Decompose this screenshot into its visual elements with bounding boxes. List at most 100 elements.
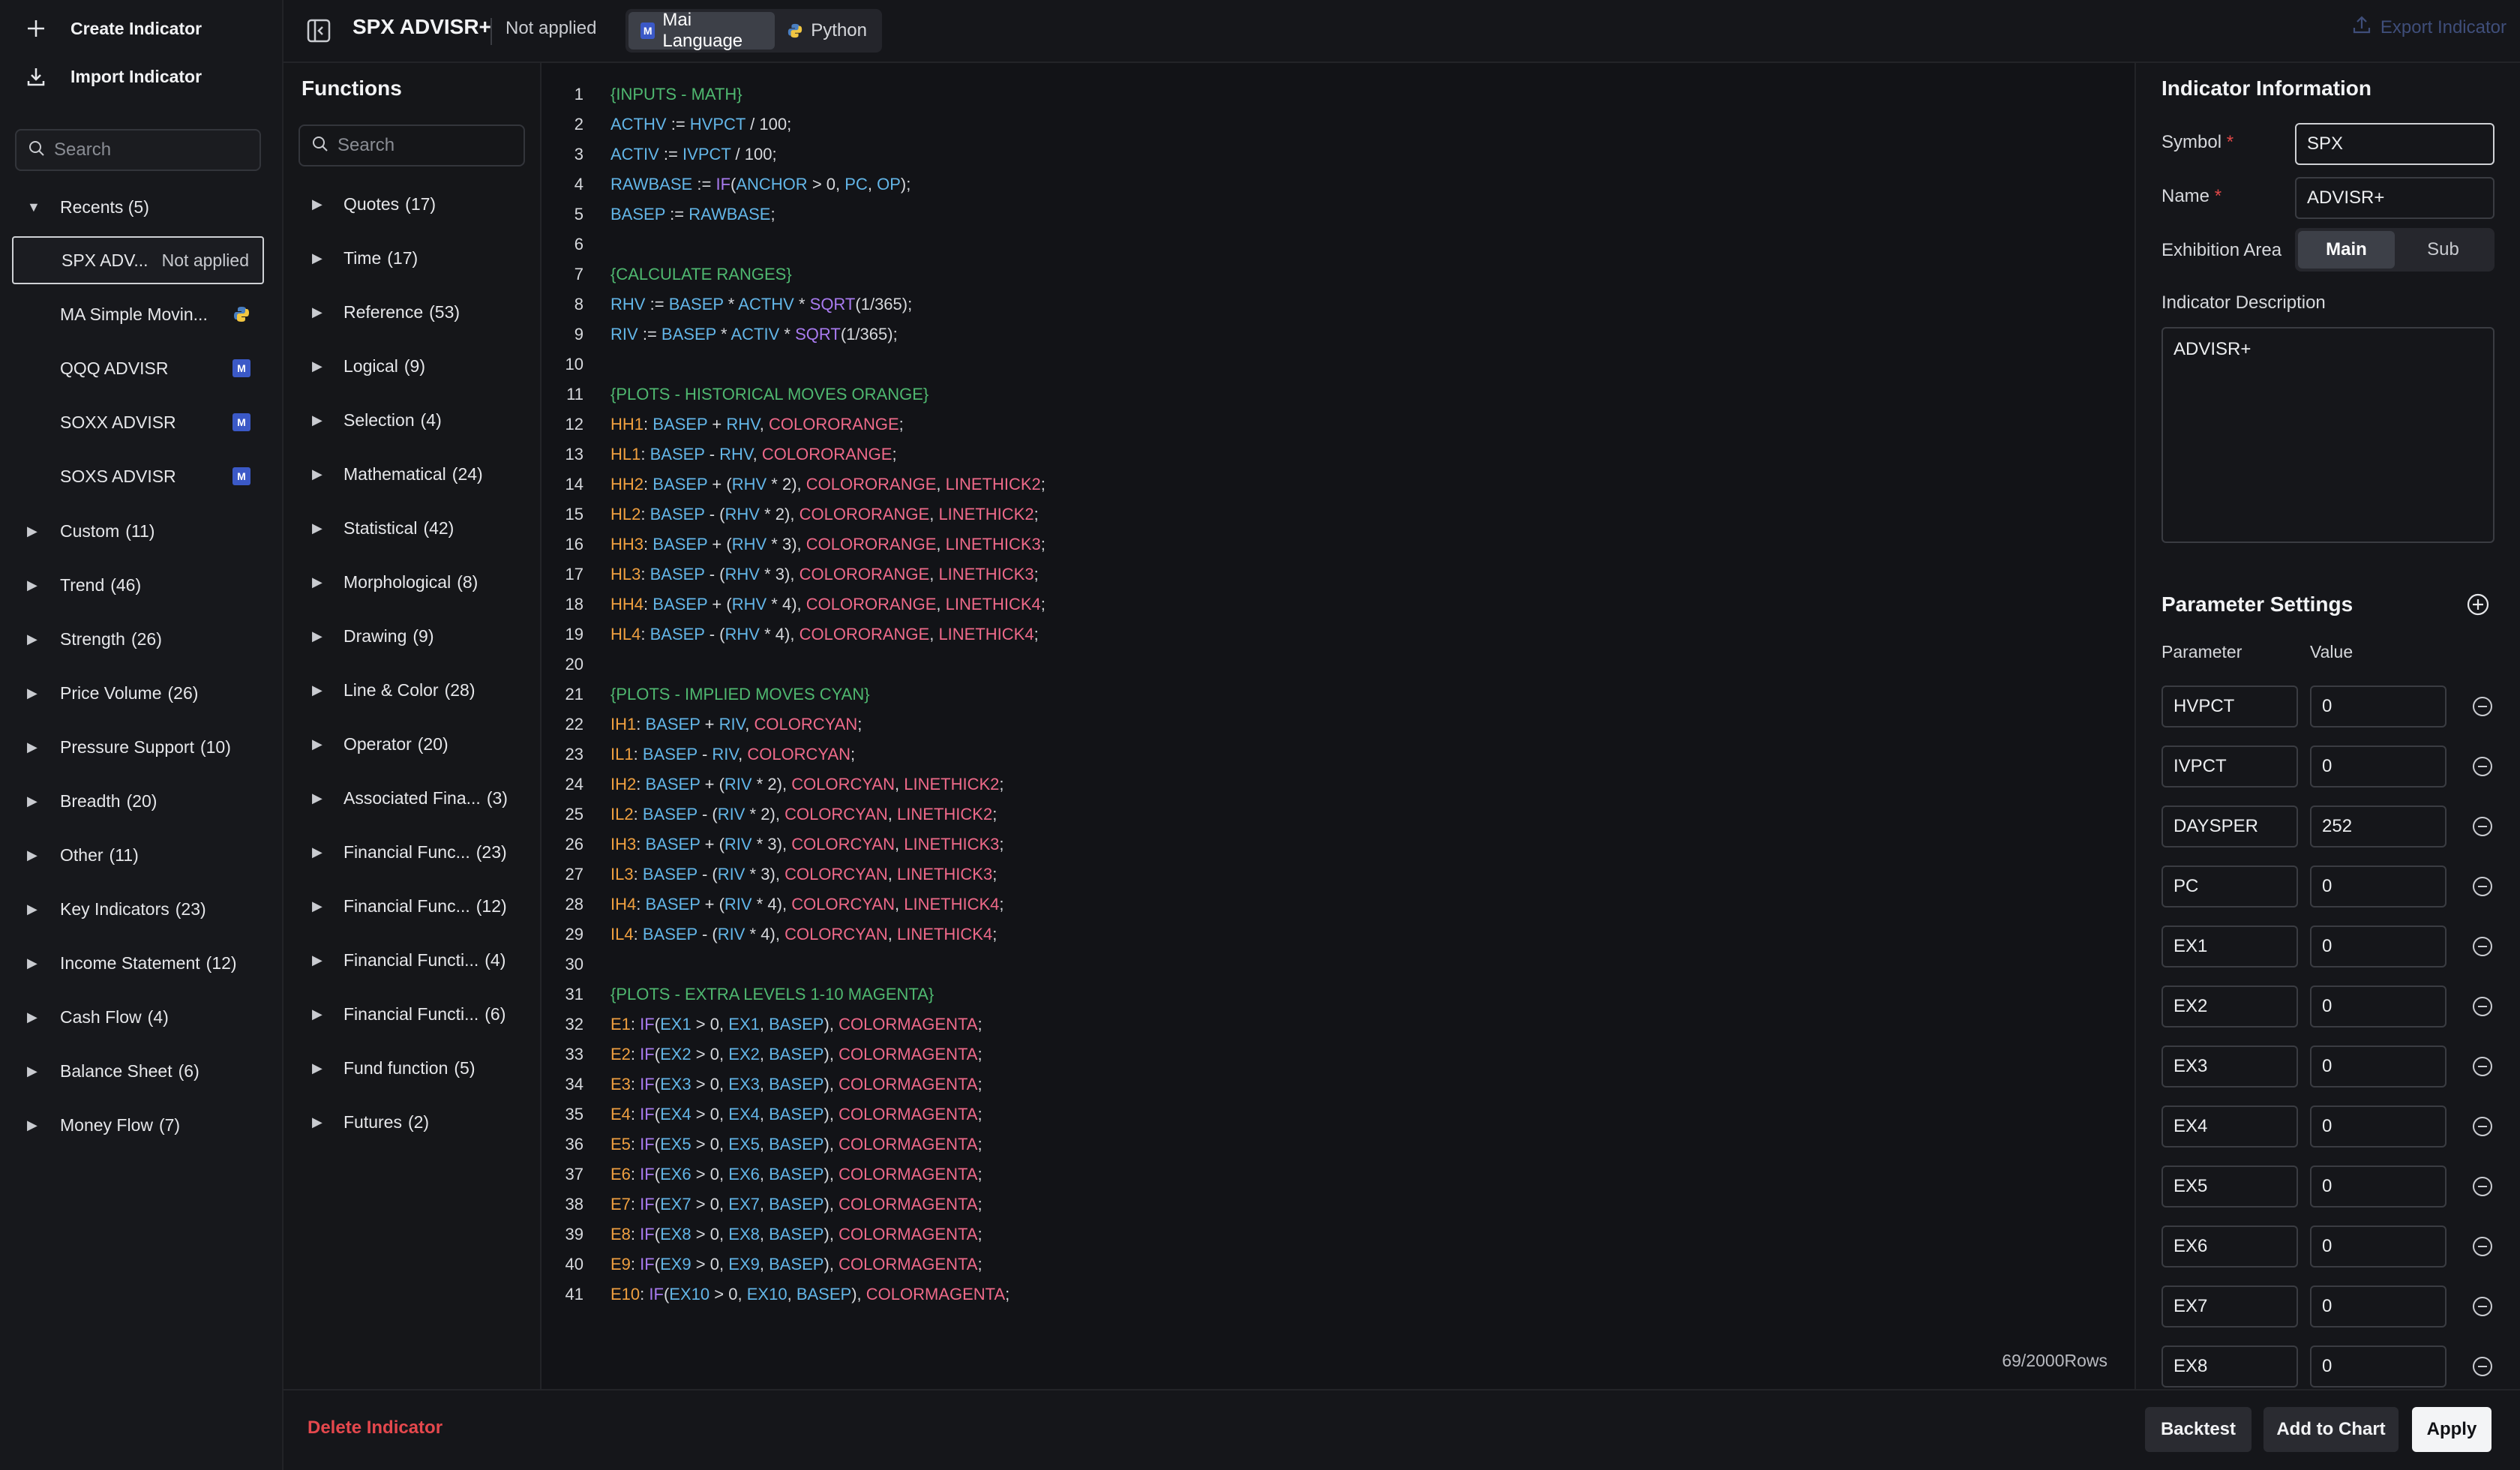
remove-parameter-icon[interactable] [2470, 694, 2494, 718]
code-text: HH2: BASEP + (RHV * 2), COLORORANGE, LIN… [610, 475, 1046, 494]
parameter-name-input[interactable] [2162, 1046, 2298, 1088]
recent-item-spx-advisr[interactable]: SPX ADV... Not applied [12, 236, 264, 284]
function-category[interactable]: ▶ Operator (20) [284, 717, 542, 771]
parameter-value-input[interactable] [2310, 746, 2446, 788]
parameter-value-input[interactable] [2310, 1106, 2446, 1148]
add-parameter-icon[interactable] [2466, 592, 2490, 620]
python-icon [787, 22, 803, 39]
parameter-name-input[interactable] [2162, 986, 2298, 1028]
function-search[interactable] [298, 124, 531, 166]
function-category[interactable]: ▶ Reference (53) [284, 285, 542, 339]
sidebar-group-pressure-support[interactable]: ▶ Pressure Support (10) [0, 720, 282, 774]
parameter-value-input[interactable] [2310, 1166, 2446, 1208]
parameter-name-input[interactable] [2162, 866, 2298, 908]
tab-python[interactable]: Python [775, 12, 879, 50]
sidebar-group-custom[interactable]: ▶ Custom (11) [0, 504, 282, 558]
remove-parameter-icon[interactable] [2470, 1174, 2494, 1198]
function-category[interactable]: ▶ Drawing (9) [284, 609, 542, 663]
group-name: Balance Sheet [60, 1060, 172, 1081]
import-indicator-button[interactable]: Import Indicator [21, 56, 202, 98]
parameter-name-input[interactable] [2162, 1166, 2298, 1208]
remove-parameter-icon[interactable] [2470, 1294, 2494, 1318]
sidebar-group-trend[interactable]: ▶ Trend (46) [0, 558, 282, 612]
collapse-sidebar-icon[interactable] [306, 18, 332, 47]
sidebar-group-breadth[interactable]: ▶ Breadth (20) [0, 774, 282, 828]
parameter-name-input[interactable] [2162, 806, 2298, 848]
line-number: 32 [565, 1015, 584, 1034]
description-textarea[interactable]: ADVISR+ [2162, 327, 2494, 543]
tab-mai-language[interactable]: M Mai Language [628, 10, 776, 51]
parameter-name-input[interactable] [2162, 1346, 2298, 1388]
function-search-input[interactable] [336, 134, 531, 157]
remove-parameter-icon[interactable] [2470, 814, 2494, 838]
remove-parameter-icon[interactable] [2470, 754, 2494, 778]
parameter-value-input[interactable] [2310, 866, 2446, 908]
parameter-value-input[interactable] [2310, 986, 2446, 1028]
recents-group[interactable]: ▼ Recents (5) [0, 180, 282, 234]
recent-item-soxx-advisr[interactable]: SOXX ADVISR M [12, 398, 264, 446]
function-category-name: Statistical [344, 518, 418, 538]
parameter-name-input[interactable] [2162, 1106, 2298, 1148]
function-category[interactable]: ▶ Financial Func... (12) [284, 879, 542, 933]
sidebar-group-cash-flow[interactable]: ▶ Cash Flow (4) [0, 990, 282, 1044]
remove-parameter-icon[interactable] [2470, 1354, 2494, 1378]
remove-parameter-icon[interactable] [2470, 1054, 2494, 1078]
parameter-name-input[interactable] [2162, 926, 2298, 968]
parameter-row [2162, 746, 2494, 788]
function-category[interactable]: ▶ Fund function (5) [284, 1041, 542, 1095]
parameter-value-input[interactable] [2310, 926, 2446, 968]
code-editor[interactable]: 1 {INPUTS - MATH} 2 ACTHV := HVPCT / 100; 3 A… [542, 63, 2134, 1389]
indicator-search[interactable] [15, 129, 261, 171]
name-input[interactable] [2295, 177, 2494, 219]
delete-indicator-button[interactable]: Delete Indicator [308, 1418, 442, 1438]
remove-parameter-icon[interactable] [2470, 934, 2494, 958]
function-category[interactable]: ▶ Futures (2) [284, 1095, 542, 1149]
sidebar-group-income-statement[interactable]: ▶ Income Statement (12) [0, 936, 282, 990]
export-indicator-button[interactable]: Export Indicator [2352, 15, 2506, 40]
function-category[interactable]: ▶ Morphological (8) [284, 555, 542, 609]
remove-parameter-icon[interactable] [2470, 994, 2494, 1018]
function-category[interactable]: ▶ Logical (9) [284, 339, 542, 393]
parameter-value-input[interactable] [2310, 1346, 2446, 1388]
remove-parameter-icon[interactable] [2470, 874, 2494, 898]
function-category[interactable]: ▶ Time (17) [284, 231, 542, 285]
function-category[interactable]: ▶ Quotes (17) [284, 177, 542, 231]
function-category[interactable]: ▶ Statistical (42) [284, 501, 542, 555]
recent-item-ma-simple[interactable]: MA Simple Movin... [12, 290, 264, 338]
exhibition-sub-option[interactable]: Sub [2395, 231, 2492, 268]
parameter-value-input[interactable] [2310, 806, 2446, 848]
parameter-value-input[interactable] [2310, 686, 2446, 728]
function-category[interactable]: ▶ Financial Functi... (4) [284, 933, 542, 987]
remove-parameter-icon[interactable] [2470, 1234, 2494, 1258]
indicator-search-input[interactable] [52, 139, 248, 161]
sidebar-group-price-volume[interactable]: ▶ Price Volume (26) [0, 666, 282, 720]
parameter-value-input[interactable] [2310, 1286, 2446, 1328]
sidebar-group-money-flow[interactable]: ▶ Money Flow (7) [0, 1098, 282, 1152]
parameter-value-input[interactable] [2310, 1226, 2446, 1268]
symbol-input[interactable] [2295, 123, 2494, 165]
sidebar-group-balance-sheet[interactable]: ▶ Balance Sheet (6) [0, 1044, 282, 1098]
parameter-name-input[interactable] [2162, 1226, 2298, 1268]
function-category[interactable]: ▶ Financial Functi... (6) [284, 987, 542, 1041]
recent-item-qqq-advisr[interactable]: QQQ ADVISR M [12, 344, 264, 392]
parameter-name-input[interactable] [2162, 746, 2298, 788]
sidebar-group-strength[interactable]: ▶ Strength (26) [0, 612, 282, 666]
exhibition-main-option[interactable]: Main [2298, 231, 2395, 268]
add-to-chart-button[interactable]: Add to Chart [2264, 1407, 2398, 1452]
parameter-name-input[interactable] [2162, 1286, 2298, 1328]
function-category[interactable]: ▶ Mathematical (24) [284, 447, 542, 501]
code-line: 6 [542, 230, 2116, 260]
function-category[interactable]: ▶ Line & Color (28) [284, 663, 542, 717]
remove-parameter-icon[interactable] [2470, 1114, 2494, 1138]
sidebar-group-key-indicators[interactable]: ▶ Key Indicators (23) [0, 882, 282, 936]
recent-item-soxs-advisr[interactable]: SOXS ADVISR M [12, 452, 264, 500]
parameter-name-input[interactable] [2162, 686, 2298, 728]
sidebar-group-other[interactable]: ▶ Other (11) [0, 828, 282, 882]
backtest-button[interactable]: Backtest [2145, 1407, 2252, 1452]
function-category[interactable]: ▶ Selection (4) [284, 393, 542, 447]
create-indicator-button[interactable]: Create Indicator [21, 8, 202, 50]
function-category[interactable]: ▶ Financial Func... (23) [284, 825, 542, 879]
function-category[interactable]: ▶ Associated Fina... (3) [284, 771, 542, 825]
apply-button[interactable]: Apply [2412, 1407, 2492, 1452]
parameter-value-input[interactable] [2310, 1046, 2446, 1088]
